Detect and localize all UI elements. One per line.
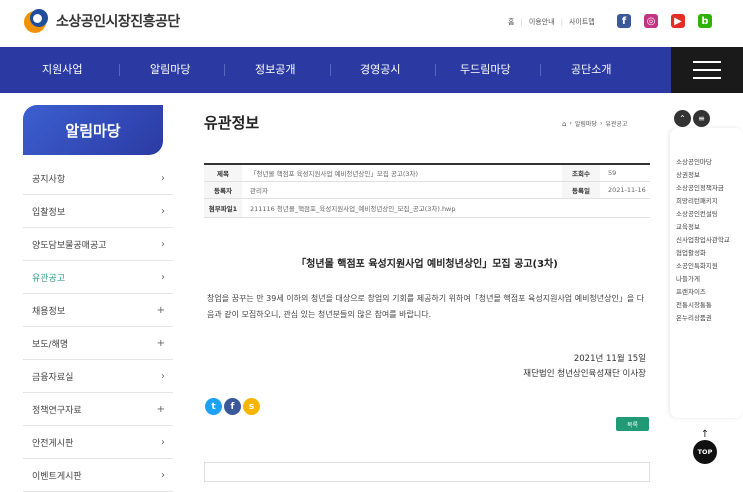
sidebar-item[interactable]: 금융자료실 › bbox=[23, 360, 173, 393]
sign-date: 2021년 11월 15일 bbox=[573, 354, 646, 364]
quick-link[interactable]: 소상공인컨설팅 bbox=[676, 210, 738, 219]
top-button[interactable]: ↑ TOP bbox=[692, 430, 718, 468]
sidebar-item[interactable]: 양도담보물공매공고 › bbox=[23, 228, 173, 261]
attach-label: 첨부파일1 bbox=[204, 199, 242, 217]
quick-link[interactable]: 소상공인마당 bbox=[676, 158, 738, 167]
sidebar-item-label: 금융자료실 bbox=[32, 372, 74, 383]
utility-links: 홈 | 이용안내 | 사이트맵 bbox=[508, 17, 595, 27]
quick-link[interactable]: 소공인특화지원 bbox=[676, 262, 738, 271]
quick-link[interactable]: 희망리턴패키지 bbox=[676, 197, 738, 206]
nav-item-management[interactable]: 경영공시 bbox=[360, 47, 400, 93]
sidebar-item[interactable]: 이벤트게시판 › bbox=[23, 459, 173, 492]
sidebar-item[interactable]: 안전게시판 › bbox=[23, 426, 173, 459]
menu-icon[interactable] bbox=[671, 47, 743, 93]
instagram-icon[interactable]: ◎ bbox=[644, 14, 658, 28]
bottom-panel bbox=[204, 462, 650, 482]
plus-icon: + bbox=[156, 304, 165, 316]
sidebar-item-label: 유관공고 bbox=[32, 273, 66, 284]
author-label: 등록자 bbox=[204, 182, 242, 198]
twitter-share-icon[interactable]: t bbox=[205, 398, 222, 415]
subject-label: 제목 bbox=[204, 165, 242, 181]
quick-menu: ⌃ ≡ 소상공인마당상권정보소상공인정책자금희망리턴패키지소상공인컨설팅교육정보… bbox=[670, 110, 743, 322]
quick-up-icon[interactable]: ⌃ bbox=[674, 110, 691, 127]
logo-icon bbox=[24, 9, 50, 33]
sidebar-item[interactable]: 정책연구자료 + bbox=[23, 393, 173, 426]
kakaostory-share-icon[interactable]: s bbox=[243, 398, 260, 415]
chevron-right-icon: › bbox=[161, 238, 165, 250]
quick-link[interactable]: 프랜차이즈 bbox=[676, 288, 738, 297]
post-signature: 2021년 11월 15일 재단법인 청년상인육성재단 이사장 bbox=[204, 352, 646, 382]
sidebar-item-label: 채용정보 bbox=[32, 306, 66, 317]
home-icon[interactable]: ⌂ bbox=[562, 120, 566, 128]
chevron-right-icon: › bbox=[161, 370, 165, 382]
views-label: 조회수 bbox=[562, 165, 600, 181]
sidebar-item-label: 안전게시판 bbox=[32, 438, 74, 449]
logo[interactable]: 소상공인시장진흥공단 bbox=[24, 9, 180, 33]
top-header: 소상공인시장진흥공단 홈 | 이용안내 | 사이트맵 f ◎ ▶ b bbox=[0, 0, 743, 47]
quick-link[interactable]: 상권정보 bbox=[676, 171, 738, 180]
date-label: 등록일 bbox=[562, 182, 600, 198]
page-title: 유관정보 bbox=[204, 114, 260, 132]
attachment-link[interactable]: 211116 청년몰_핵점포_육성지원사업_예비청년상인_모집_공고(3차).h… bbox=[242, 203, 456, 213]
plus-icon: + bbox=[156, 403, 165, 415]
nav-item-dodream[interactable]: 두드림마당 bbox=[460, 47, 511, 93]
arrow-up-icon: ↑ bbox=[700, 429, 710, 440]
quick-link[interactable]: 전통시장통통 bbox=[676, 301, 738, 310]
plus-icon: + bbox=[156, 337, 165, 349]
list-button[interactable]: 목록 bbox=[616, 417, 649, 431]
share-buttons: tfs bbox=[205, 398, 260, 415]
youtube-icon[interactable]: ▶ bbox=[671, 14, 685, 28]
guide-link[interactable]: 이용안내 bbox=[529, 17, 555, 27]
chevron-right-icon: › bbox=[161, 271, 165, 283]
subject-value: 「청년몰 핵점포 육성지원사업 예비청년상인」모집 공고(3차) bbox=[250, 170, 419, 178]
sidebar-item-label: 정책연구자료 bbox=[32, 405, 82, 416]
facebook-share-icon[interactable]: f bbox=[224, 398, 241, 415]
sidebar-menu: 공지사항 › 입찰정보 › 양도담보물공매공고 › 유관공고 › 채용정보 + 보도/해명 + 금융자료… bbox=[23, 162, 173, 492]
sidebar-item[interactable]: 유관공고 › bbox=[23, 261, 173, 294]
quick-link[interactable]: 협업활성화 bbox=[676, 249, 738, 258]
post-info-table: 제목 「청년몰 핵점포 육성지원사업 예비청년상인」모집 공고(3차) 조회수 … bbox=[204, 163, 650, 218]
nav-item-about[interactable]: 공단소개 bbox=[571, 47, 611, 93]
views-value: 59 bbox=[608, 169, 617, 177]
sidebar-item[interactable]: 공지사항 › bbox=[23, 162, 173, 195]
sidebar-item-label: 보도/해명 bbox=[32, 339, 69, 350]
date-value: 2021-11-16 bbox=[608, 186, 646, 194]
quick-link[interactable]: 소상공인정책자금 bbox=[676, 184, 738, 193]
nav-item-disclosure[interactable]: 정보공개 bbox=[255, 47, 295, 93]
sidebar-item-label: 이벤트게시판 bbox=[32, 471, 82, 482]
sidebar-item[interactable]: 채용정보 + bbox=[23, 294, 173, 327]
sidebar-item[interactable]: 보도/해명 + bbox=[23, 327, 173, 360]
sign-org: 재단법인 청년상인육성재단 이사장 bbox=[523, 369, 646, 379]
quick-list-icon[interactable]: ≡ bbox=[693, 110, 710, 127]
chevron-right-icon: › bbox=[161, 436, 165, 448]
quick-link[interactable]: 온누리상품권 bbox=[676, 314, 738, 323]
sidebar-title: 알림마당 bbox=[23, 105, 163, 155]
home-link[interactable]: 홈 bbox=[508, 17, 514, 27]
author-value: 관리자 bbox=[250, 187, 268, 195]
main-nav: 지원사업 알림마당 정보공개 경영공시 두드림마당 공단소개 bbox=[0, 47, 743, 93]
quick-link[interactable]: 신사업창업사관학교 bbox=[676, 236, 738, 245]
quick-link[interactable]: 나들가게 bbox=[676, 275, 738, 284]
sns-links: f ◎ ▶ b bbox=[617, 14, 712, 28]
chevron-right-icon: › bbox=[161, 172, 165, 184]
logo-text: 소상공인시장진흥공단 bbox=[56, 14, 180, 30]
sidebar-item-label: 입찰정보 bbox=[32, 207, 66, 218]
sidebar-item-label: 공지사항 bbox=[32, 174, 66, 185]
breadcrumb: ⌂ › 알림마당 › 유관공고 bbox=[562, 119, 628, 129]
post-title: 「청년몰 핵점포 육성지원사업 예비청년상인」모집 공고(3차) bbox=[296, 259, 558, 270]
sitemap-link[interactable]: 사이트맵 bbox=[569, 17, 595, 27]
nav-item-notice[interactable]: 알림마당 bbox=[150, 47, 190, 93]
post-body: 창업을 꿈꾸는 만 39세 이하의 청년을 대상으로 창업의 기회를 제공하기 … bbox=[207, 294, 645, 319]
breadcrumb-item[interactable]: 유관공고 bbox=[605, 119, 627, 128]
quick-link[interactable]: 교육정보 bbox=[676, 223, 738, 232]
facebook-icon[interactable]: f bbox=[617, 14, 631, 28]
chevron-right-icon: › bbox=[161, 469, 165, 481]
top-label: TOP bbox=[693, 440, 717, 464]
nav-item-support[interactable]: 지원사업 bbox=[42, 47, 82, 93]
breadcrumb-item[interactable]: 알림마당 bbox=[575, 119, 597, 128]
blog-icon[interactable]: b bbox=[698, 14, 712, 28]
sidebar-item-label: 양도담보물공매공고 bbox=[32, 240, 107, 251]
sidebar-item[interactable]: 입찰정보 › bbox=[23, 195, 173, 228]
chevron-right-icon: › bbox=[161, 205, 165, 217]
